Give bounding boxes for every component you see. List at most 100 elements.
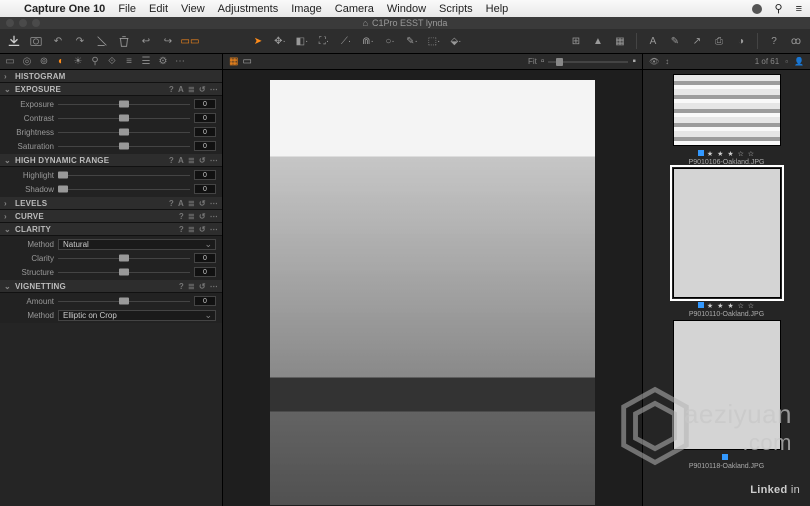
annotations-icon[interactable]: A <box>645 33 661 49</box>
crop-tool-icon[interactable]: ⛶· <box>316 33 332 49</box>
metadata-tab-icon[interactable]: ☰ <box>140 56 152 68</box>
mask-tool-icon[interactable]: ✎· <box>404 33 420 49</box>
color-tag-icon[interactable] <box>722 454 728 460</box>
trash-icon[interactable] <box>116 33 132 49</box>
menu-camera[interactable]: Camera <box>335 3 374 15</box>
cursor-tool-icon[interactable]: ➤ <box>250 33 266 49</box>
print-icon[interactable]: ⎙ <box>711 33 727 49</box>
output-tab-icon[interactable]: ⚙ <box>157 56 169 68</box>
app-name-menu[interactable]: Capture One 10 <box>24 3 105 15</box>
highlight-slider[interactable] <box>58 170 190 180</box>
viewer-single-icon[interactable]: ▭ <box>242 56 251 67</box>
lens-tab-icon[interactable]: ⊚ <box>38 56 50 68</box>
notification-center-icon[interactable]: ≡ <box>796 3 802 15</box>
help-icon[interactable]: ? <box>169 85 174 94</box>
adjustments-tab-icon[interactable]: ≡ <box>123 56 135 68</box>
levels-header[interactable]: ›LEVELS?A≣↺⋯ <box>0 197 222 210</box>
rating-stars[interactable]: ★ ★ ★ ☆ ☆ <box>707 151 755 158</box>
vignette-amount-slider[interactable] <box>58 296 190 306</box>
menu-file[interactable]: File <box>118 3 136 15</box>
rating-stars[interactable]: ★ ★ ★ ☆ ☆ <box>707 303 755 310</box>
exposure-warning-icon[interactable]: ▲ <box>590 33 606 49</box>
clarity-header[interactable]: ⌄CLARITY?≣↺⋯ <box>0 223 222 236</box>
grid-view-icon[interactable]: ⊞ <box>568 33 584 49</box>
status-menu-icon[interactable] <box>752 4 762 14</box>
hand-tool-icon[interactable]: ✥· <box>272 33 288 49</box>
brightness-slider[interactable] <box>58 127 190 137</box>
menu-edit[interactable]: Edit <box>149 3 168 15</box>
zoom-window-button[interactable] <box>32 19 40 27</box>
contrast-slider[interactable] <box>58 113 190 123</box>
edit-icon[interactable]: ✎ <box>667 33 683 49</box>
import-icon[interactable] <box>6 33 22 49</box>
vignette-method-select[interactable]: Elliptic on Crop <box>58 310 216 321</box>
saturation-slider[interactable] <box>58 141 190 151</box>
minimize-window-button[interactable] <box>19 19 27 27</box>
color-tool-icon[interactable]: ⬙· <box>448 33 464 49</box>
thumbnail-item[interactable]: P9010118-Oakland.JPG <box>647 320 806 470</box>
capture-tab-icon[interactable]: ◎ <box>21 56 33 68</box>
redo-icon[interactable]: ↪ <box>160 33 176 49</box>
vignetting-header[interactable]: ⌄VIGNETTING?≣↺⋯ <box>0 280 222 293</box>
menu-view[interactable]: View <box>181 3 205 15</box>
spot-tool-icon[interactable]: ○· <box>382 33 398 49</box>
clarity-slider[interactable] <box>58 253 190 263</box>
clarity-method-select[interactable]: Natural <box>58 239 216 250</box>
exposure-header[interactable]: ⌄EXPOSURE?A≣↺⋯ <box>0 83 222 96</box>
color-tab-icon[interactable]: ◐ <box>55 56 67 68</box>
clarity-value[interactable]: 0 <box>194 253 216 263</box>
keystone-tool-icon[interactable]: ⋒· <box>360 33 376 49</box>
menu-icon[interactable]: ⋯ <box>210 85 218 94</box>
color-tag-icon[interactable] <box>698 302 704 308</box>
details-tab-icon[interactable]: ⚲ <box>89 56 101 68</box>
histogram-header[interactable]: ›HISTOGRAM <box>0 70 222 83</box>
slideshow-icon[interactable]: ◑ <box>733 33 749 49</box>
process-icon[interactable]: ▭▭ <box>182 33 198 49</box>
reset-icon[interactable]: ↺ <box>199 85 206 94</box>
structure-slider[interactable] <box>58 267 190 277</box>
hdr-header[interactable]: ⌄HIGH DYNAMIC RANGE?A≣↺⋯ <box>0 154 222 167</box>
capture-icon[interactable] <box>28 33 44 49</box>
library-tab-icon[interactable]: ▭ <box>4 56 16 68</box>
browser-sort-icon[interactable]: ↕ <box>665 57 669 66</box>
curve-header[interactable]: ›CURVE?≣↺⋯ <box>0 210 222 223</box>
browser-visibility-icon[interactable]: 👁 <box>649 57 659 66</box>
color-tag-icon[interactable] <box>698 150 704 156</box>
image-viewport[interactable] <box>223 70 642 506</box>
saturation-value[interactable]: 0 <box>194 141 216 151</box>
close-window-button[interactable] <box>6 19 14 27</box>
help-icon[interactable]: ? <box>766 33 782 49</box>
glasses-icon[interactable]: ꝏ <box>788 33 804 49</box>
menu-window[interactable]: Window <box>387 3 426 15</box>
menu-scripts[interactable]: Scripts <box>439 3 473 15</box>
batch-tab-icon[interactable]: ⋯ <box>174 56 186 68</box>
auto-icon[interactable]: A <box>178 85 184 94</box>
zoom-fit-label[interactable]: Fit <box>528 57 537 66</box>
thumbnail-item[interactable]: ★ ★ ★ ☆ ☆ P9010106-Oakland.JPG <box>647 74 806 166</box>
local-tab-icon[interactable]: ⟐ <box>106 56 118 68</box>
undo-icon[interactable]: ↩ <box>138 33 154 49</box>
eraser-tool-icon[interactable]: ⬚· <box>426 33 442 49</box>
vignette-amount-value[interactable]: 0 <box>194 296 216 306</box>
loupe-tool-icon[interactable]: ◧· <box>294 33 310 49</box>
rotate-left-icon[interactable]: ↶ <box>50 33 66 49</box>
structure-value[interactable]: 0 <box>194 267 216 277</box>
spotlight-icon[interactable]: ⚲ <box>775 2 783 15</box>
reset-icon[interactable] <box>94 33 110 49</box>
exposure-slider[interactable] <box>58 99 190 109</box>
viewer-grid-icon[interactable]: ▦ <box>229 56 238 67</box>
user-icon[interactable]: 👤 <box>794 57 804 66</box>
straighten-tool-icon[interactable]: ⟋· <box>338 33 354 49</box>
menu-image[interactable]: Image <box>291 3 322 15</box>
shadow-value[interactable]: 0 <box>194 184 216 194</box>
menu-help[interactable]: Help <box>486 3 509 15</box>
focus-mask-icon[interactable]: ▦ <box>612 33 628 49</box>
shadow-slider[interactable] <box>58 184 190 194</box>
exposure-value[interactable]: 0 <box>194 99 216 109</box>
menu-adjustments[interactable]: Adjustments <box>218 3 279 15</box>
copy-icon[interactable]: ↗ <box>689 33 705 49</box>
preset-icon[interactable]: ≣ <box>188 85 195 94</box>
brightness-value[interactable]: 0 <box>194 127 216 137</box>
zoom-slider[interactable] <box>548 61 628 63</box>
exposure-tab-icon[interactable]: ☀ <box>72 56 84 68</box>
